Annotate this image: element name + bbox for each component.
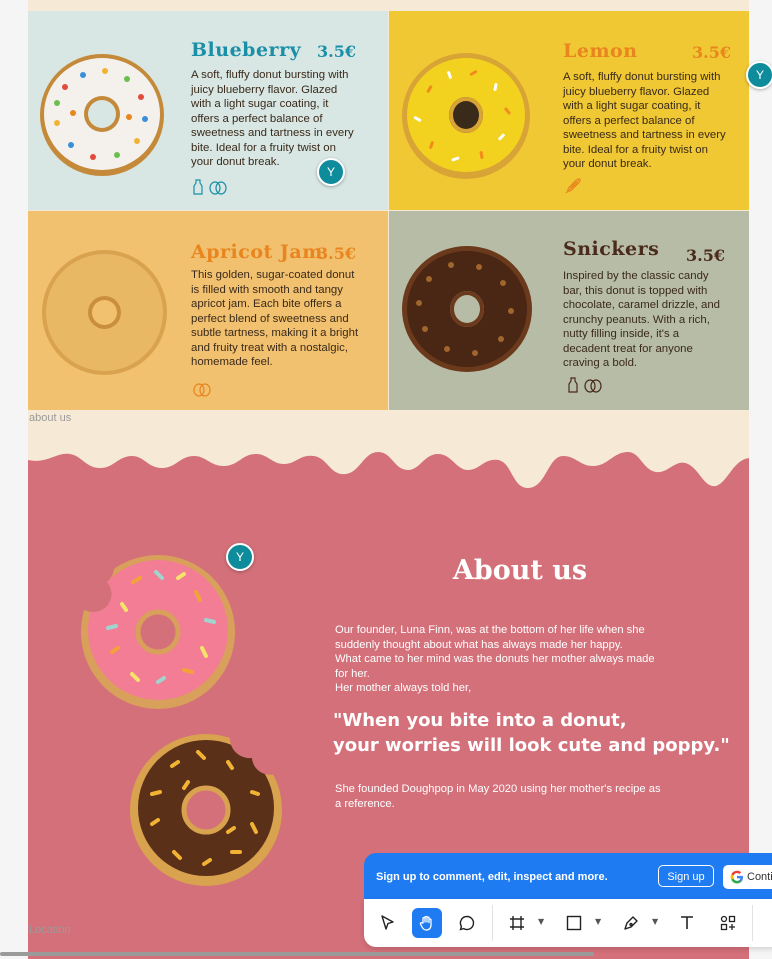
icing-drip-decoration [28,430,749,488]
about-paragraph-founded: She founded Doughpop in May 2020 using h… [335,783,661,810]
product-name: Lemon [563,40,638,62]
egg-icon [209,181,227,195]
product-name: Blueberry [191,39,302,61]
snickers-donut-image [402,246,532,372]
allergen-icons [192,381,212,397]
frame-icon [510,916,524,930]
product-price: 3.5€ [692,43,731,62]
signup-banner-text: Sign up to comment, edit, inspect and mo… [376,871,608,883]
lemon-donut-image [402,53,530,179]
chevron-down-icon[interactable]: ▼ [652,917,658,926]
hand-icon [419,915,432,931]
product-price: 3.5€ [317,244,356,263]
product-description: Inspired by the classic candy bar, this d… [563,270,721,369]
about-quote: "When you bite into a donut, your worries… [333,710,730,756]
egg-icon [584,379,602,393]
product-name: Snickers [563,238,660,260]
comment-icon [459,915,475,931]
shape-tool[interactable] [559,908,589,938]
google-logo-icon [730,870,743,884]
blueberry-donut-image [40,54,164,176]
chocolate-donut-image [130,734,282,886]
signup-button[interactable]: Sign up [658,865,714,887]
hand-tool[interactable] [412,908,442,938]
horizontal-scrollbar[interactable] [0,952,594,956]
product-price: 3.5€ [317,42,356,61]
pink-donut-image [81,555,235,709]
google-signin-label: Continue with Google [747,871,772,883]
google-signin-button[interactable]: Continue with Google [723,865,772,889]
about-paragraph: Our founder, Luna Finn, was at the botto… [335,624,655,694]
milk-bottle-icon [193,179,203,195]
milk-bottle-icon [568,377,578,393]
frame-tool[interactable] [502,908,532,938]
comment-avatar[interactable]: Y [226,543,254,571]
comment-avatar[interactable]: Y [746,61,772,89]
rectangle-icon [566,915,582,931]
product-description: A soft, fluffy donut bursting with juicy … [191,69,354,168]
frame-label-location[interactable]: Location [29,924,71,936]
move-tool[interactable] [373,908,403,938]
chevron-down-icon[interactable]: ▼ [595,917,601,926]
components-icon [720,915,736,931]
wheat-icon [565,178,581,194]
pen-icon [624,916,638,930]
cursor-icon [381,915,394,930]
egg-icon [193,383,211,397]
chevron-down-icon[interactable]: ▼ [538,917,544,926]
apricot-donut-image [42,250,167,375]
product-description: A soft, fluffy donut bursting with juicy … [563,71,726,170]
toolbar-divider [752,905,753,941]
product-name: Apricot Jam [191,241,323,263]
frame-label-about[interactable]: about us [29,412,71,424]
text-icon [681,916,693,929]
comment-avatar[interactable]: Y [317,158,345,186]
product-price: 3.5€ [686,246,725,265]
text-tool[interactable] [672,908,702,938]
pen-tool[interactable] [616,908,646,938]
allergen-icons [567,377,603,393]
comment-tool[interactable] [452,908,482,938]
product-description: This golden, sugar-coated donut is filled… [191,269,359,368]
about-title: About us [452,555,588,586]
allergen-icons [192,179,228,195]
toolbar-divider [492,905,493,941]
components-tool[interactable] [713,908,743,938]
allergen-icons [563,177,583,195]
